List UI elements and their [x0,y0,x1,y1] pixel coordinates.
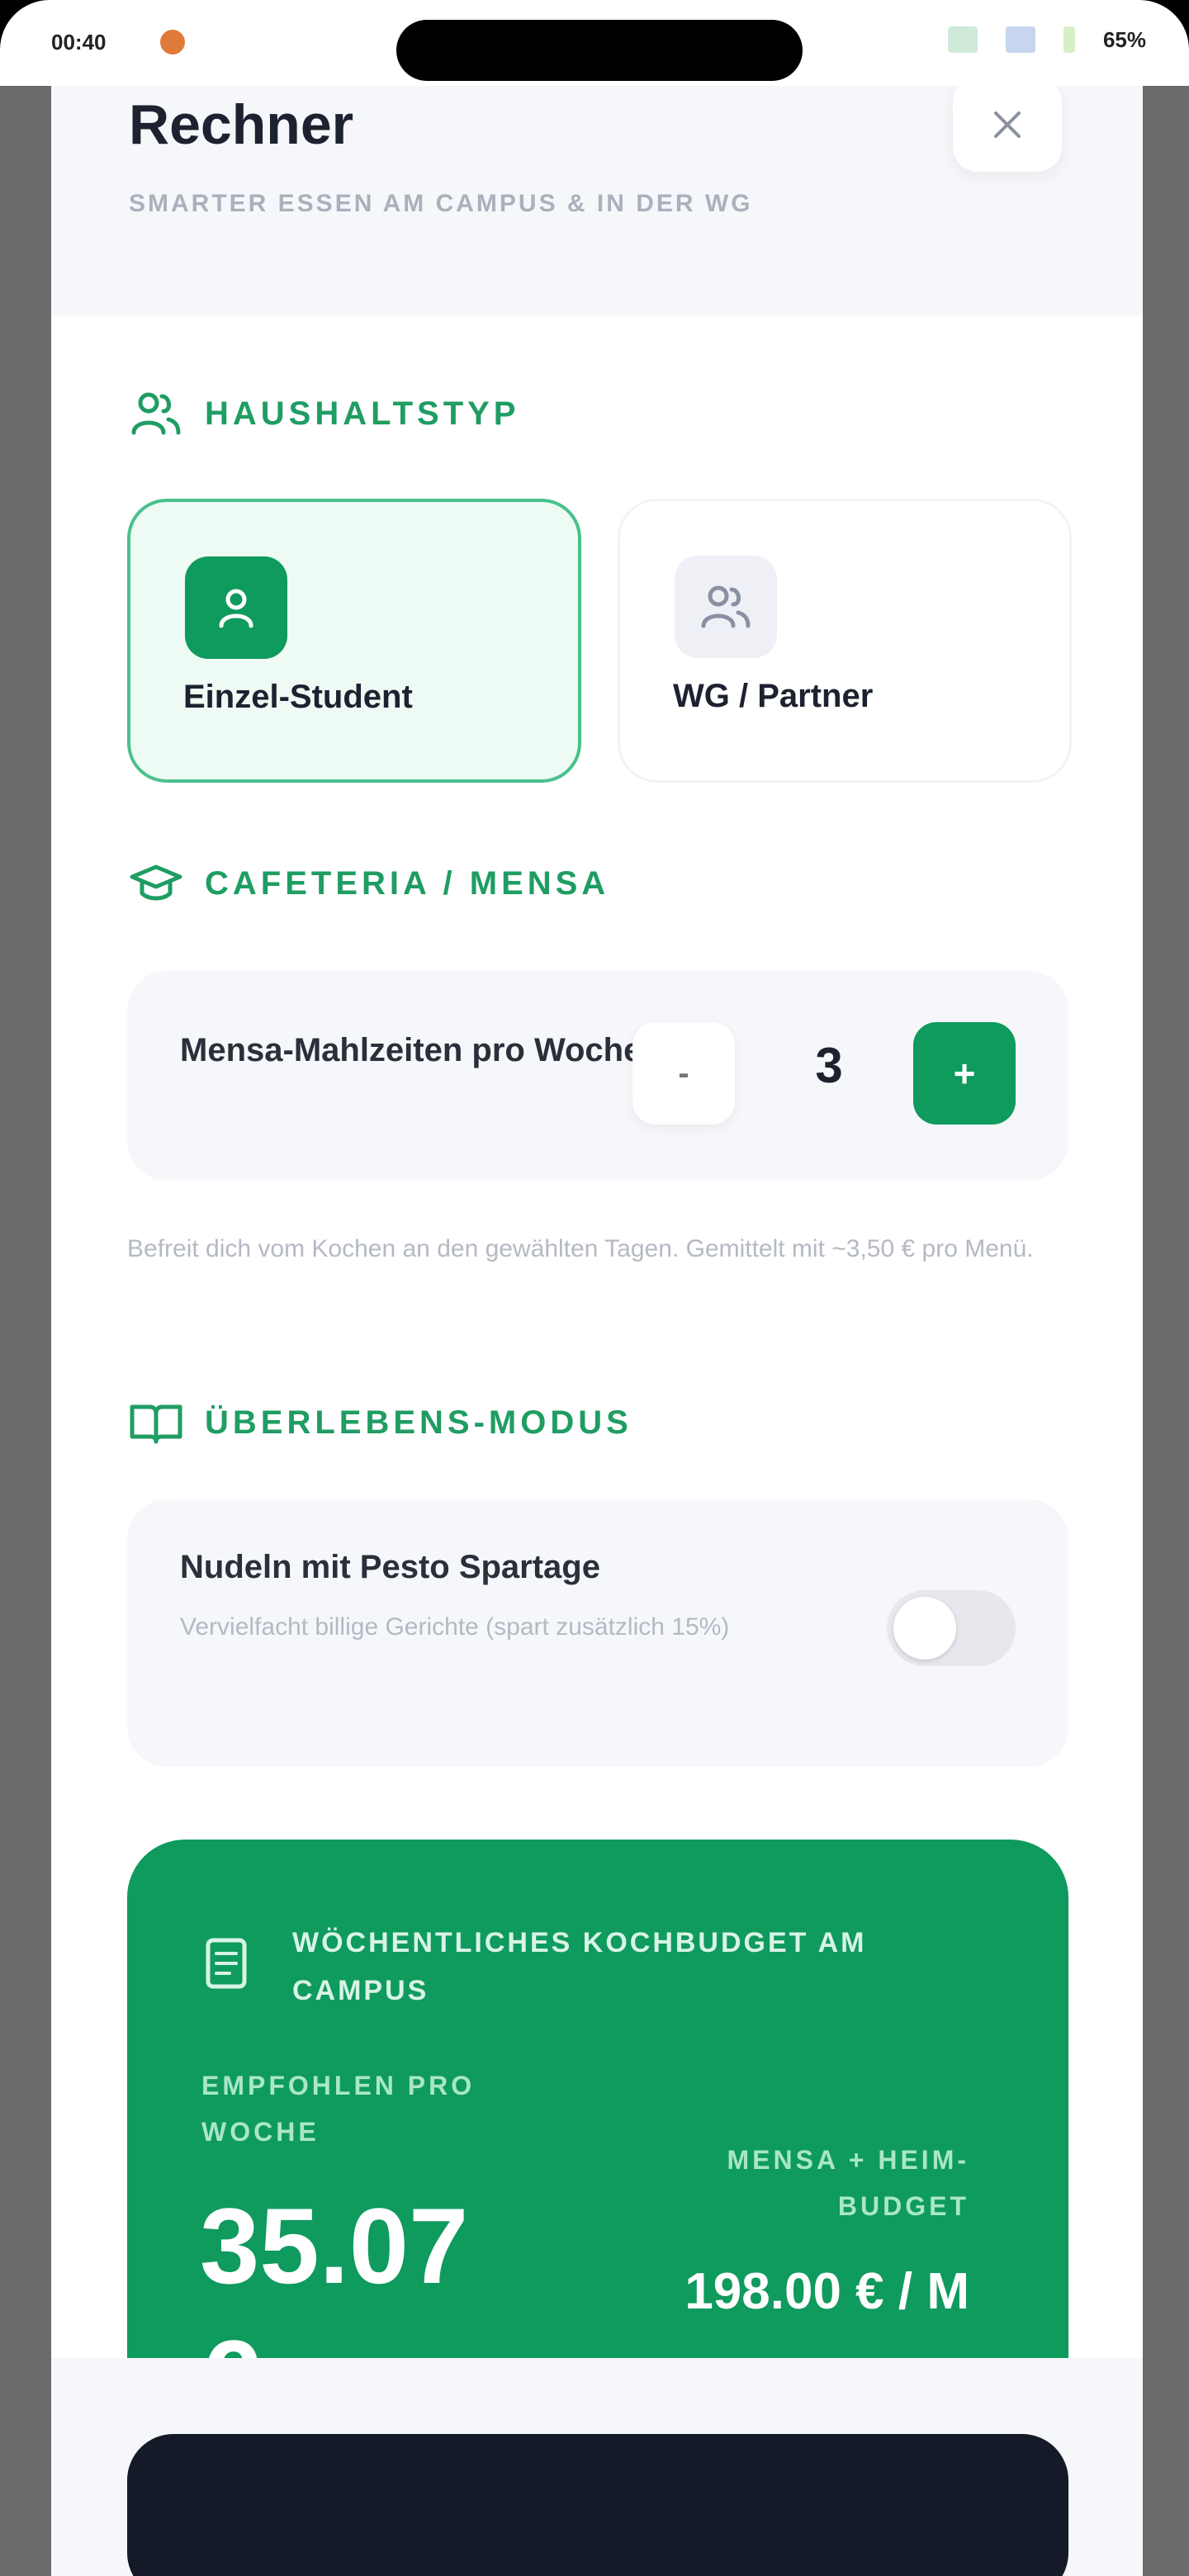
mensa-stepper-label: Mensa-Mahlzeiten pro Woche [180,1032,642,1068]
survival-option-card: Nudeln mit Pesto Spartage Vervielfacht b… [127,1499,1068,1767]
household-option-single[interactable]: Einzel-Student [127,499,581,783]
meals-count: 3 [815,1038,843,1093]
recommended-label: EMPFOHLEN PRO WOCHE [201,2071,476,2147]
user-icon [219,589,253,628]
mensa-section-header: CAFETERIA / MENSA [129,862,609,905]
survival-toggle[interactable] [887,1590,1016,1666]
primary-action-button[interactable] [127,2434,1068,2576]
increment-button[interactable]: + [913,1022,1016,1125]
mix-budget-value: 198.00 € / M [685,2263,969,2320]
users-icon-badge [675,556,777,658]
battery-level: 65% [1102,26,1146,52]
notification-icon [160,30,185,54]
close-button[interactable] [953,86,1062,172]
users-icon [701,585,751,628]
network-icon [947,26,978,53]
household-section-header: HAUSHALTSTYP [129,386,519,441]
household-section-label: HAUSHALTSTYP [205,395,520,432]
receipt-icon [206,1938,247,1989]
survival-option-desc: Vervielfacht billige Gerichte (spart zus… [180,1613,730,1641]
camera-notch [396,20,803,81]
calculator-sheet: Rechner SMARTER ESSEN AM CAMPUS & IN DER… [51,86,1143,2576]
close-icon [994,111,1021,138]
survival-option-title: Nudeln mit Pesto Spartage [180,1549,600,1585]
signal-icon [1063,26,1075,53]
mix-budget-label: MENSA + HEIM-BUDGET [727,2145,969,2221]
status-bar: 00:40 65% [0,0,1189,86]
status-time: 00:40 [51,30,107,54]
sheet-footer [51,2358,1143,2576]
toggle-knob [893,1597,956,1660]
survival-section-header: ÜBERLEBENS-MODUS [129,1400,632,1445]
household-option-shared[interactable]: WG / Partner [618,499,1072,783]
household-option-label: Einzel-Student [183,679,413,715]
budget-title: WÖCHENTLICHES KOCHBUDGET AM CAMPUS [292,1927,867,2006]
survival-section-label: ÜBERLEBENS-MODUS [205,1404,632,1441]
page-subtitle: SMARTER ESSEN AM CAMPUS & IN DER WG [129,190,753,217]
household-option-label: WG / Partner [673,678,874,714]
budget-summary-card: WÖCHENTLICHES KOCHBUDGET AM CAMPUS EMPFO… [127,1840,1068,2417]
wifi-icon [1005,26,1035,53]
book-icon [130,1404,182,1444]
decrement-button[interactable]: - [632,1022,735,1125]
sheet-header: Rechner SMARTER ESSEN AM CAMPUS & IN DER… [51,86,1143,315]
phone-screen: 00:40 65% Rechner SMARTER ESSEN AM CAMPU… [0,0,1189,2576]
page-title: Rechner [129,93,354,156]
users-icon [131,392,181,435]
mensa-section-label: CAFETERIA / MENSA [205,864,610,902]
mensa-stepper-card: Mensa-Mahlzeiten pro Woche - 3 + [127,971,1068,1181]
mensa-help-text: Befreit dich vom Kochen an den gewählten… [127,1235,1034,1262]
graduation-cap-icon [130,864,182,901]
user-icon-badge [185,556,287,659]
